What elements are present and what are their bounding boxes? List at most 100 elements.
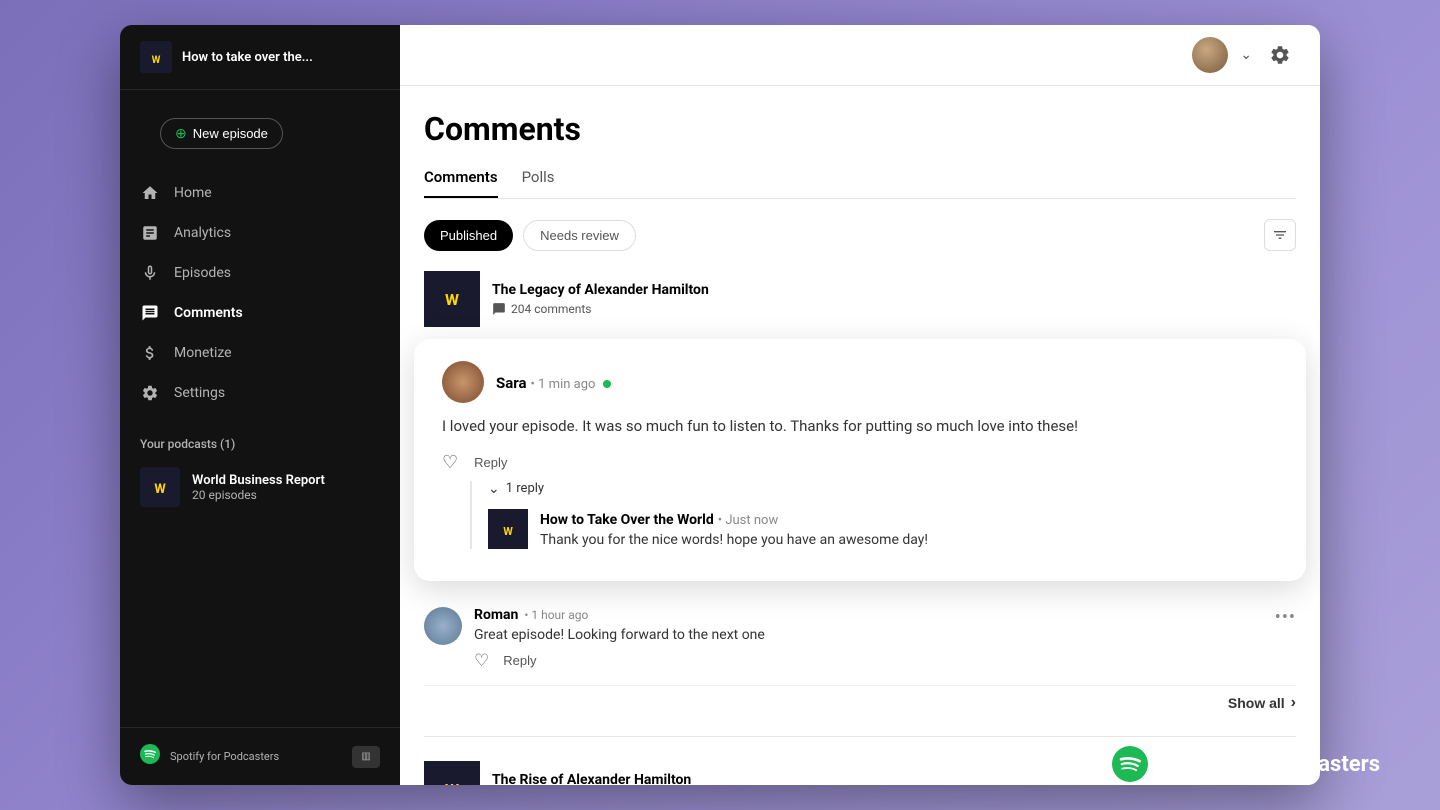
svg-text:W: W	[503, 525, 513, 538]
new-episode-button[interactable]: ⊕ New episode	[160, 118, 283, 149]
settings-nav-icon	[140, 383, 160, 403]
chevron-down-replies: ⌄	[488, 481, 500, 497]
comment-header-sara: Sara • 1 min ago	[442, 361, 1278, 403]
analytics-icon	[140, 223, 160, 243]
sidebar-item-analytics[interactable]: Analytics	[120, 213, 400, 253]
sara-name: Sara	[496, 374, 527, 392]
nav-label-home: Home	[174, 185, 212, 201]
episode-header-1: W The Legacy of Alexander Hamilton 204 c…	[424, 271, 1296, 327]
filter-options-button[interactable]	[1264, 219, 1296, 251]
spotify-branding: Spotify for Podcasters	[1112, 746, 1380, 782]
nav-label-analytics: Analytics	[174, 225, 231, 241]
comments-count-text-1: 204 comments	[511, 302, 592, 316]
new-episode-label: New episode	[193, 126, 268, 141]
podcast-name-wbr: World Business Report	[192, 473, 325, 488]
sara-comment-actions: ♡ Reply	[442, 452, 1278, 473]
sara-like-button[interactable]: ♡	[442, 452, 458, 473]
reply-text-1: Thank you for the nice words! hope you h…	[540, 532, 928, 548]
page-title: Comments	[424, 110, 1296, 148]
episode-title-1: The Legacy of Alexander Hamilton	[492, 282, 709, 298]
filter-left: Published Needs review	[424, 220, 636, 251]
monetize-icon	[140, 343, 160, 363]
show-all-button[interactable]: Show all ›	[1228, 694, 1296, 712]
sidebar-item-episodes[interactable]: Episodes	[120, 253, 400, 293]
show-all-row: Show all ›	[424, 686, 1296, 716]
settings-gear-icon[interactable]	[1264, 39, 1296, 71]
roman-name: Roman	[474, 607, 518, 623]
filter-published-button[interactable]: Published	[424, 220, 513, 251]
reply-podcast-thumb: W	[488, 509, 528, 549]
sara-avatar	[442, 361, 484, 403]
svg-text:W: W	[445, 290, 459, 309]
comment-item-roman: Roman • 1 hour ago Great episode! Lookin…	[424, 593, 1296, 686]
svg-text:W: W	[152, 55, 161, 66]
nav-label-settings: Settings	[174, 385, 225, 401]
sidebar-podcast-title: How to take over the...	[182, 50, 313, 65]
your-podcasts-label: Your podcasts (1)	[140, 437, 380, 451]
branding-text: Spotify for Podcasters	[1158, 752, 1380, 777]
episode-group-1: W The Legacy of Alexander Hamilton 204 c…	[424, 271, 1296, 737]
sara-comment-text: I loved your episode. It was so much fun…	[442, 415, 1278, 438]
reply-thread-sara: ⌄ 1 reply W	[470, 481, 1278, 549]
sara-time: • 1 min ago	[531, 377, 596, 392]
user-dropdown-chevron[interactable]: ⌄	[1240, 47, 1252, 63]
more-dots: •••	[1275, 607, 1296, 628]
sidebar-footer: Spotify for Podcasters ▥	[120, 727, 400, 785]
reply-content-1: How to Take Over the World • Just now Th…	[540, 509, 928, 549]
sidebar-item-monetize[interactable]: Monetize	[120, 333, 400, 373]
home-icon	[140, 183, 160, 203]
user-avatar[interactable]	[1192, 37, 1228, 73]
spotify-small-logo	[140, 744, 160, 769]
roman-like-button[interactable]: ♡	[474, 651, 489, 671]
replies-toggle[interactable]: ⌄ 1 reply	[488, 481, 1278, 497]
tab-polls[interactable]: Polls	[522, 168, 555, 198]
podcast-episodes-wbr: 20 episodes	[192, 488, 325, 502]
roman-avatar	[424, 607, 462, 645]
sidebar-item-settings[interactable]: Settings	[120, 373, 400, 413]
show-all-chevron: ›	[1291, 694, 1296, 712]
main-content: ⌄ Comments Comments Polls Published Need…	[400, 25, 1320, 785]
tab-comments[interactable]: Comments	[424, 168, 498, 198]
reply-item-1: W How to Take Over the World • Just now …	[488, 509, 1278, 549]
roman-heart-icon: ♡	[474, 651, 489, 671]
sidebar-item-home[interactable]: Home	[120, 173, 400, 213]
filter-row: Published Needs review	[424, 219, 1296, 251]
podcast-info-wbr: World Business Report 20 episodes	[192, 473, 325, 502]
roman-comment-header: Roman • 1 hour ago	[474, 607, 1296, 623]
roman-reply-button[interactable]: Reply	[503, 653, 536, 668]
roman-time: • 1 hour ago	[524, 608, 588, 622]
podcast-thumb-wbr: W	[140, 467, 180, 507]
nav-label-comments: Comments	[174, 305, 243, 321]
reply-count: 1 reply	[506, 481, 544, 496]
sidebar: W How to take over the... ⊕ New episode …	[120, 25, 400, 785]
your-podcasts-section: Your podcasts (1) W World Business Repor…	[120, 437, 400, 511]
chat-icon	[140, 303, 160, 323]
nav-label-episodes: Episodes	[174, 265, 231, 281]
filter-needs-review-button[interactable]: Needs review	[523, 220, 636, 251]
reply-meta: How to Take Over the World • Just now	[540, 509, 928, 528]
roman-more-button[interactable]: •••	[1275, 607, 1296, 628]
episode-info-1: The Legacy of Alexander Hamilton 204 com…	[492, 282, 709, 316]
episode-title-2: The Rise of Alexander Hamilton	[492, 772, 691, 786]
spotify-for-podcasters-small: Spotify for Podcasters	[170, 750, 279, 763]
tabs-bar: Comments Polls	[424, 168, 1296, 199]
sidebar-header: W How to take over the...	[120, 25, 400, 90]
plus-icon: ⊕	[175, 125, 187, 142]
episode-comments-count-1: 204 comments	[492, 302, 709, 316]
roman-comment-body: Roman • 1 hour ago Great episode! Lookin…	[474, 607, 1296, 671]
nav-label-monetize: Monetize	[174, 345, 232, 361]
app-container: W How to take over the... ⊕ New episode …	[120, 25, 1320, 785]
svg-text:W: W	[445, 780, 459, 786]
panel-icon[interactable]: ▥	[352, 746, 380, 768]
episode-info-2: The Rise of Alexander Hamilton 300 comme…	[492, 772, 691, 786]
page-content: Comments Comments Polls Published Needs …	[400, 86, 1320, 785]
episode-thumb-2: W	[424, 761, 480, 786]
sidebar-podcast-thumb: W	[140, 41, 172, 73]
svg-text:W: W	[154, 482, 166, 497]
podcast-list-item-wbr[interactable]: W World Business Report 20 episodes	[140, 463, 380, 511]
sidebar-nav: Home Analytics Episodes Comments	[120, 165, 400, 421]
sara-reply-button[interactable]: Reply	[474, 455, 507, 470]
main-header: ⌄	[400, 25, 1320, 86]
heart-icon: ♡	[442, 452, 458, 473]
sidebar-item-comments[interactable]: Comments	[120, 293, 400, 333]
